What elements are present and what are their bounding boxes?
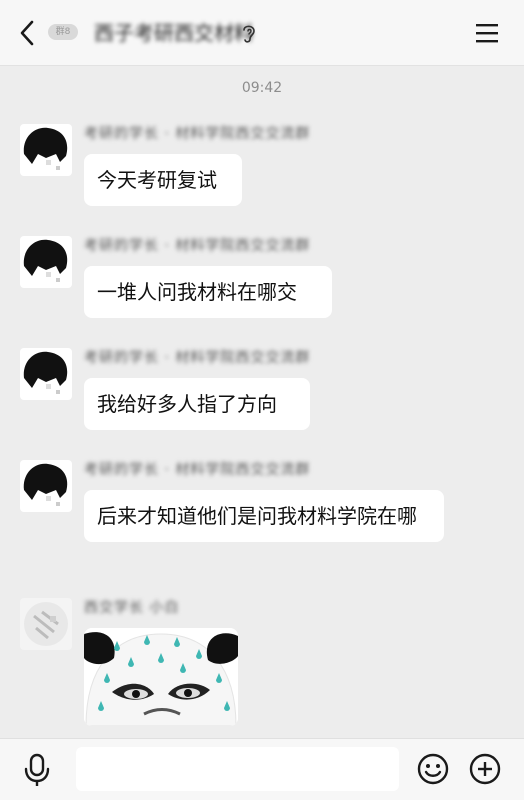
sender-name: 考研的学长 · 材料学院西交交流群 (84, 126, 311, 142)
chevron-left-icon (20, 20, 34, 46)
message-bubble[interactable]: 后来才知道他们是问我材料学院在哪 (84, 490, 444, 542)
avatar[interactable] (20, 348, 72, 400)
ear-icon (240, 22, 258, 44)
back-button[interactable] (14, 18, 42, 48)
input-bar (0, 738, 524, 800)
sender-name: 考研的学长 · 材料学院西交交流群 (84, 462, 311, 478)
voice-button[interactable] (22, 753, 52, 787)
smiley-icon (417, 753, 449, 785)
avatar[interactable] (20, 460, 72, 512)
message-input[interactable] (76, 747, 399, 791)
emoji-button[interactable] (417, 753, 449, 785)
sticker-image[interactable] (84, 628, 238, 726)
sender-name: 西交学长 小白 (84, 600, 180, 616)
sender-name: 考研的学长 · 材料学院西交交流群 (84, 350, 311, 366)
message-bubble[interactable]: 一堆人问我材料在哪交 (84, 266, 332, 318)
plus-circle-icon (469, 753, 501, 785)
chat-title[interactable]: 西子考研西交材料 (94, 20, 254, 46)
unread-badge: 群8 (48, 24, 78, 40)
message-bubble[interactable]: 今天考研复试 (84, 154, 242, 206)
message-timestamp: 09:42 (241, 80, 283, 96)
message-bubble[interactable]: 我给好多人指了方向 (84, 378, 310, 430)
avatar[interactable] (20, 124, 72, 176)
menu-button[interactable] (474, 20, 500, 46)
avatar[interactable] (20, 598, 72, 650)
more-button[interactable] (469, 753, 501, 785)
hamburger-menu-icon (476, 24, 498, 43)
sender-name: 考研的学长 · 材料学院西交交流群 (84, 238, 311, 254)
chat-header: 群8 西子考研西交材料 (0, 0, 524, 66)
avatar[interactable] (20, 236, 72, 288)
microphone-icon (24, 753, 50, 786)
